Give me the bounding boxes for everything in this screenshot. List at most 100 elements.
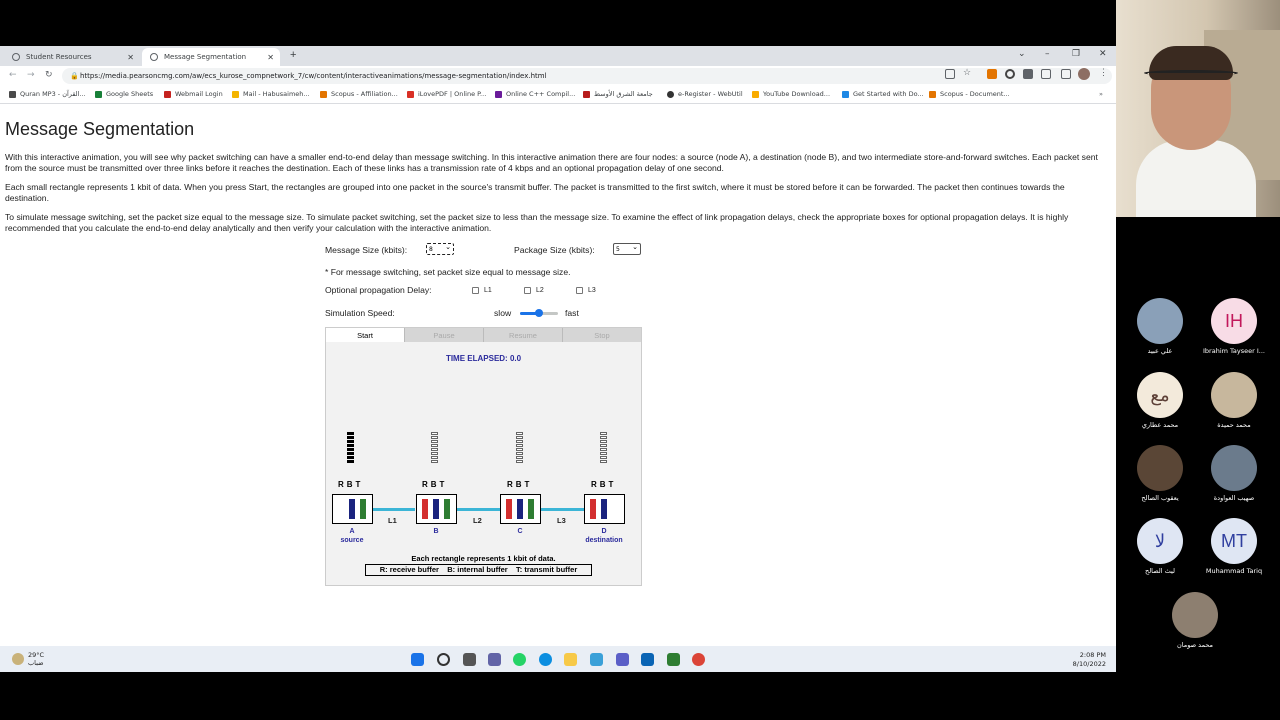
participant-tile[interactable]: محمد حميدة [1199,372,1269,429]
rectangle-note: Each rectangle represents 1 kbit of data… [411,554,556,563]
tab-title: Message Segmentation [164,53,247,61]
start-button[interactable]: Start [326,328,405,342]
participant-tile[interactable]: محمد صومان [1160,592,1230,649]
heart-icon [407,90,414,98]
file-explorer-icon[interactable] [564,653,577,666]
share-icon[interactable] [945,69,955,79]
store-icon[interactable] [590,653,603,666]
node-d-label: D destination [579,527,629,545]
weather-condition: ضباب [28,659,44,667]
switch-c-buffer-stack [516,432,523,464]
speed-slider-thumb[interactable] [535,309,543,317]
new-tab-button[interactable]: + [290,49,296,61]
participant-tile[interactable]: علي عبيد [1125,298,1195,355]
checkbox-l2[interactable] [524,287,531,294]
app-icon[interactable] [667,653,680,666]
bookmark-item[interactable]: Online C++ Compil... [495,90,575,98]
avatar: IH [1211,298,1257,344]
more-bookmarks-icon[interactable]: » [1099,90,1103,98]
globe-icon [150,53,158,61]
node-id: D [601,528,607,535]
bookmark-icon [583,90,590,98]
participant-tile[interactable]: MT Muhammad Tariq [1199,518,1269,575]
reading-list-icon[interactable] [1041,69,1051,79]
switching-note: * For message switching, set packet size… [325,267,571,277]
bookmark-item[interactable]: Webmail Login [164,90,223,98]
bookmark-item[interactable]: Mail - Habusaimeh... [232,90,310,98]
bookmark-label: Webmail Login [175,90,223,98]
link-l1 [372,508,415,511]
close-window-button[interactable]: ✕ [1099,49,1107,59]
bookmark-item[interactable]: جامعة الشرق الأوسط [583,90,653,98]
receive-buffer [338,499,344,519]
puzzle-icon[interactable] [1023,69,1033,79]
bookmark-item[interactable]: Scopus - Affiliation... [320,90,398,98]
simulation-speed-label: Simulation Speed: [325,308,395,318]
forward-icon[interactable]: → [27,70,35,80]
close-tab-icon[interactable]: ✕ [127,53,134,62]
transmit-buffer [444,499,450,519]
participant-tile[interactable]: لا ليث الصالح [1125,518,1195,575]
bookmark-label: YouTube Download... [763,90,831,98]
checkbox-l1[interactable] [472,287,479,294]
avatar [1137,298,1183,344]
weather-widget[interactable]: 29°C ضباب [12,651,44,667]
reload-icon[interactable]: ↻ [45,70,53,80]
avatar [1211,445,1257,491]
tab-title: Student Resources [26,53,92,61]
edge-icon[interactable] [539,653,552,666]
chrome-icon[interactable] [692,653,705,666]
link-l2 [457,508,500,511]
pause-button[interactable]: Pause [405,328,484,342]
bookmark-item[interactable]: Quran MP3 - القرآن... [9,90,86,98]
avatar: مع [1137,372,1183,418]
internal-buffer [517,499,523,519]
task-view-icon[interactable] [463,653,476,666]
participant-tile[interactable]: يعقوب الصالح [1125,445,1195,502]
extension-scopus-icon[interactable] [987,69,997,79]
extension-icon[interactable] [1005,69,1015,79]
speed-slow-label: slow [494,308,512,318]
link-l2-label: L2 [473,516,482,525]
participant-tile[interactable]: صهيب العواودة [1199,445,1269,502]
bookmark-label: iLovePDF | Online P... [418,90,487,98]
side-panel-icon[interactable] [1061,69,1071,79]
bookmark-item[interactable]: Scopus - Document... [929,90,1010,98]
message-size-value: 8 [429,245,433,253]
browser-tab-bar: Student Resources ✕ Message Segmentation… [0,46,1116,66]
menu-icon[interactable]: ⋮ [1099,67,1109,77]
whatsapp-icon[interactable] [513,653,526,666]
message-size-select[interactable]: 8 ⌄ [426,243,454,255]
windows-start-icon[interactable] [411,653,424,666]
participant-tile[interactable]: مع محمد عطاري [1125,372,1195,429]
profile-avatar[interactable] [1078,68,1090,80]
star-icon[interactable]: ☆ [963,67,973,77]
chat-icon[interactable] [488,653,501,666]
stop-button[interactable]: Stop [563,328,641,342]
tab-student-resources[interactable]: Student Resources ✕ [4,48,140,66]
outlook-icon[interactable] [641,653,654,666]
tab-message-segmentation[interactable]: Message Segmentation ✕ [142,48,280,66]
back-icon[interactable]: ← [9,70,17,80]
bookmark-item[interactable]: iLovePDF | Online P... [407,90,486,98]
checkbox-l3[interactable] [576,287,583,294]
close-tab-icon[interactable]: ✕ [267,53,274,62]
participant-tile[interactable]: IH Ibrahim Tayseer I... [1199,298,1269,355]
rbt-label-d: RBT [591,480,617,489]
animation-controls: Start Pause Resume Stop [326,328,641,342]
package-size-select[interactable]: 5 ⌄ [613,243,641,255]
resume-button[interactable]: Resume [484,328,563,342]
search-icon[interactable] [437,653,450,666]
bookmark-item[interactable]: Get Started with Do... [842,90,924,98]
system-clock[interactable]: 2:08 PM 8/10/2022 [1073,651,1106,669]
teams-icon[interactable] [616,653,629,666]
speed-slider[interactable] [520,309,558,317]
bookmark-item[interactable]: Google Sheets [95,90,153,98]
minimize-button[interactable]: – [1045,49,1050,59]
bookmark-item[interactable]: YouTube Download... [752,90,830,98]
bookmark-item[interactable]: e-Register - WebUtil [667,90,743,98]
tab-search-icon[interactable]: ⌄ [1018,49,1026,59]
avatar: MT [1211,518,1257,564]
maximize-button[interactable]: ❐ [1072,49,1080,59]
bookmark-icon [842,90,849,98]
